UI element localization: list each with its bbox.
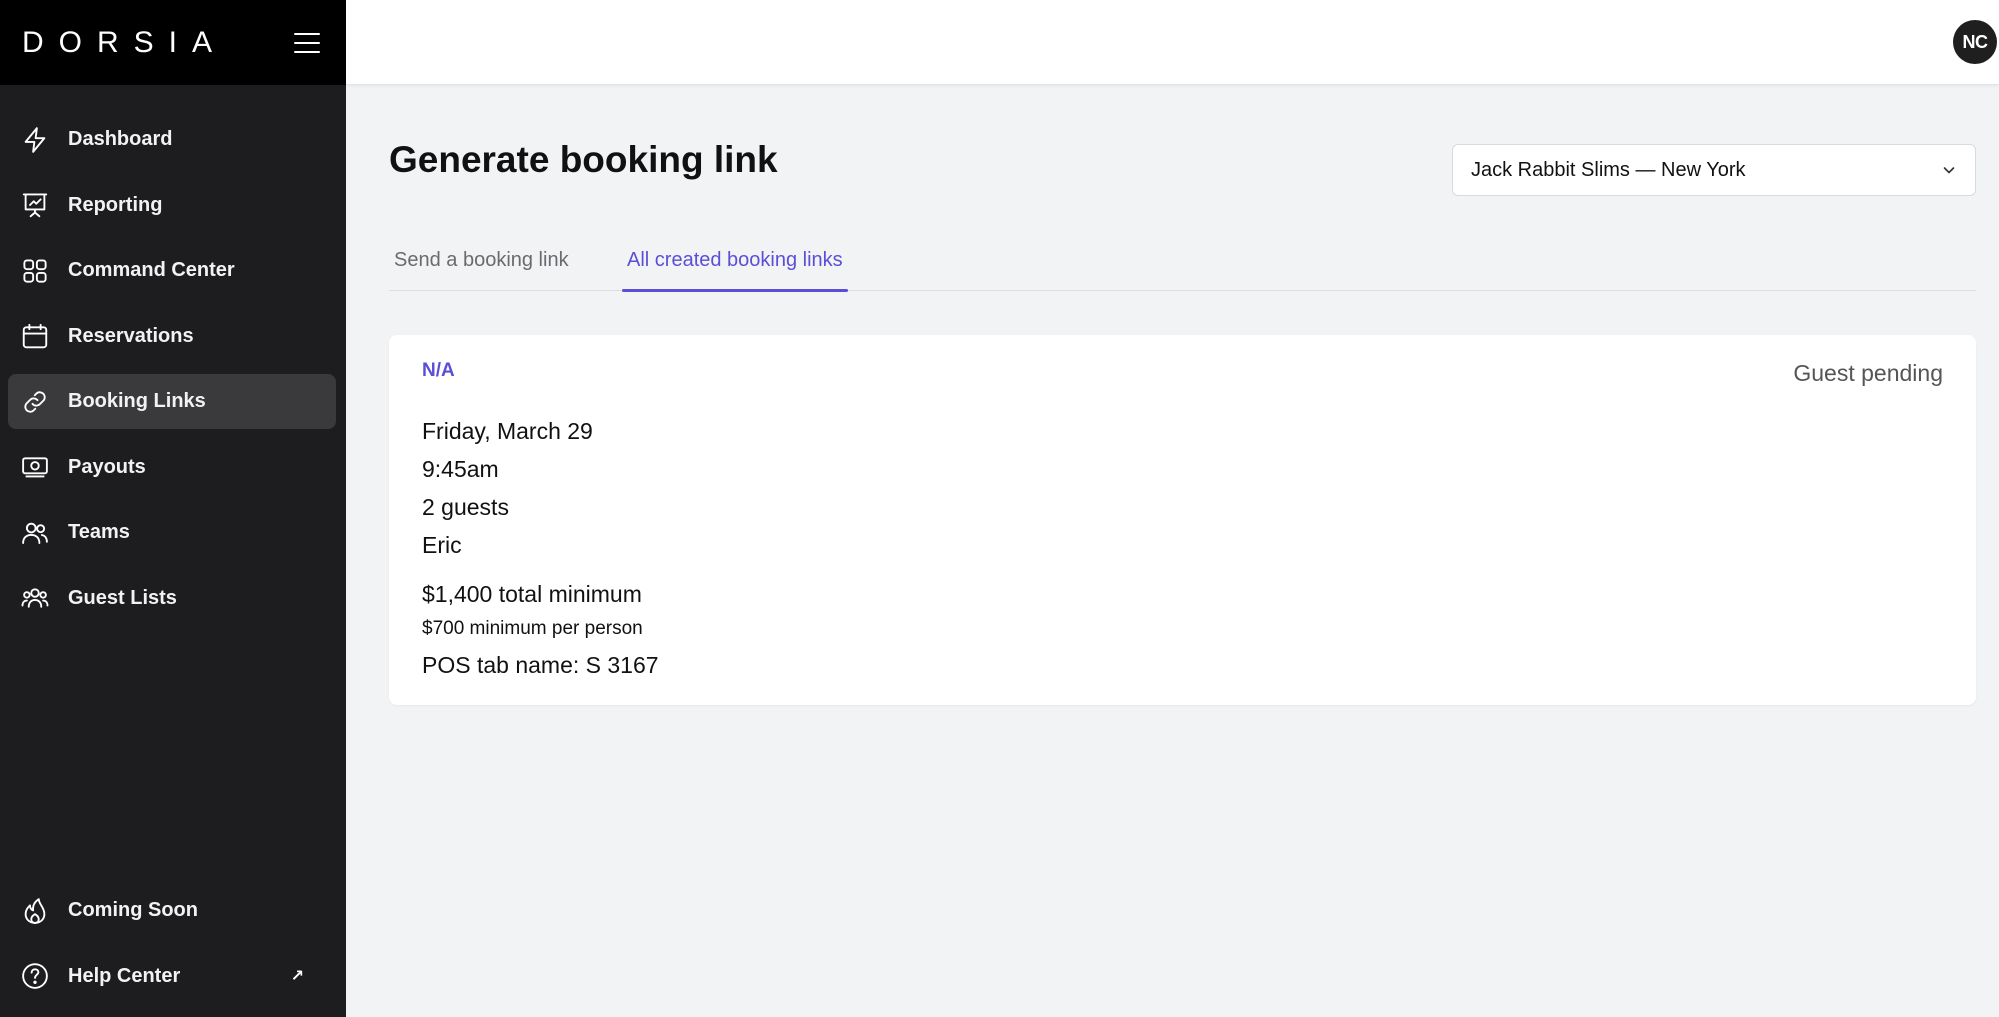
- sidebar-item-command-center[interactable]: Command Center: [8, 243, 336, 298]
- sidebar-item-guest-lists[interactable]: Guest Lists: [8, 571, 336, 626]
- sidebar-item-label: Teams: [68, 521, 130, 543]
- sidebar-item-dashboard[interactable]: Dashboard: [8, 112, 336, 167]
- user-group-icon: [20, 583, 50, 613]
- tab-bar: Send a booking link All created booking …: [389, 229, 1976, 292]
- sidebar-item-label: Coming Soon: [68, 899, 198, 921]
- fire-icon: [20, 896, 50, 926]
- sidebar-item-coming-soon[interactable]: Coming Soon: [8, 883, 336, 938]
- sidebar-item-label: Guest Lists: [68, 586, 177, 609]
- booking-time: 9:45am: [422, 456, 499, 482]
- dorsia-logo[interactable]: DORSIA: [22, 26, 227, 60]
- top-bar: NC: [346, 0, 1999, 85]
- sidebar-item-label: Help Center: [68, 964, 181, 987]
- sidebar-item-reporting[interactable]: Reporting: [8, 178, 336, 233]
- booking-total-minimum: $1,400 total minimum: [422, 581, 642, 607]
- booking-guests: 2 guests: [422, 494, 509, 520]
- venue-select[interactable]: Jack Rabbit Slims — New York: [1452, 144, 1976, 196]
- booking-date: Friday, March 29: [422, 418, 593, 444]
- grid-icon: [20, 256, 50, 286]
- sidebar-item-payouts[interactable]: Payouts: [8, 440, 336, 495]
- sidebar-item-label: Command Center: [68, 259, 235, 281]
- page-title: Generate booking link: [389, 139, 778, 180]
- sidebar-bottom-nav: Coming Soon Help Center ↗: [0, 883, 346, 1014]
- sidebar-item-reservations[interactable]: Reservations: [8, 309, 336, 364]
- venue-select-value: Jack Rabbit Slims — New York: [1471, 158, 1746, 181]
- sidebar-item-help-center[interactable]: Help Center ↗: [8, 949, 336, 1004]
- booking-guest-name: Eric: [422, 532, 462, 558]
- sidebar-item-label: Reservations: [68, 324, 194, 347]
- sidebar-item-teams[interactable]: Teams: [8, 505, 336, 560]
- sidebar-item-label: Reporting: [68, 193, 163, 216]
- sidebar-nav: Dashboard Reporting Command Center Reser…: [0, 112, 346, 636]
- presentation-chart-icon: [20, 190, 50, 220]
- booking-link-card[interactable]: N/A Guest pending Friday, March 29 9:45a…: [389, 335, 1976, 705]
- lightning-icon: [20, 125, 50, 155]
- question-circle-icon: [20, 961, 50, 991]
- sidebar-item-label: Dashboard: [68, 128, 173, 150]
- sidebar-item-label: Payouts: [68, 455, 146, 478]
- booking-code[interactable]: N/A: [422, 360, 455, 382]
- tab-send-booking-link[interactable]: Send a booking link: [389, 229, 574, 291]
- chevron-down-icon: [1943, 167, 1955, 174]
- tab-all-created-booking-links[interactable]: All created booking links: [622, 229, 848, 292]
- sidebar-item-label: Booking Links: [68, 390, 206, 412]
- sidebar-item-booking-links[interactable]: Booking Links: [8, 374, 336, 429]
- main-content: Generate booking link Jack Rabbit Slims …: [346, 86, 1999, 1017]
- booking-pos-tab: POS tab name: S 3167: [422, 652, 659, 678]
- link-icon: [20, 387, 50, 417]
- booking-per-person-minimum: $700 minimum per person: [422, 618, 643, 639]
- calendar-icon: [20, 321, 50, 351]
- menu-icon[interactable]: [294, 32, 320, 53]
- external-link-icon: ↗: [290, 968, 304, 985]
- sidebar-header: DORSIA: [0, 0, 346, 85]
- cash-icon: [20, 452, 50, 482]
- avatar[interactable]: NC: [1953, 20, 1997, 64]
- status-badge: Guest pending: [1793, 360, 1943, 386]
- users-icon: [20, 518, 50, 548]
- sidebar: DORSIA Dashboard Reporting Command Cente…: [0, 0, 346, 1017]
